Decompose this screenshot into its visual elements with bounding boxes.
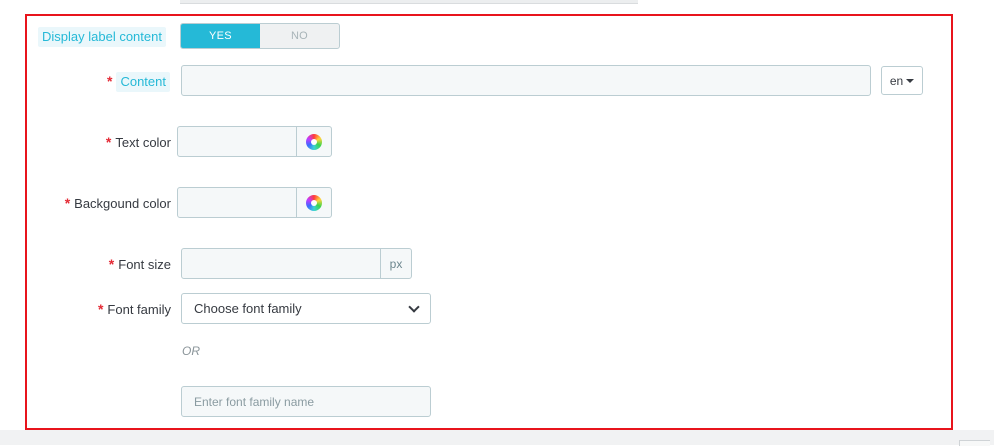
text-color-input[interactable] (177, 126, 297, 157)
font-size-input[interactable] (181, 248, 381, 279)
font-family-select[interactable]: Choose font family (181, 293, 431, 324)
chevron-down-icon (408, 300, 420, 313)
toggle-no-option[interactable]: NO (260, 24, 339, 48)
text-color-label: * Text color (106, 132, 171, 153)
content-input[interactable] (181, 65, 871, 96)
toggle-yes-option[interactable]: YES (181, 24, 260, 48)
required-marker: * (107, 73, 113, 89)
text-color-label-text: Text color (115, 135, 171, 150)
background-color-label: * Backgound color (65, 193, 171, 214)
display-label-toggle[interactable]: YES NO (180, 23, 340, 49)
top-divider (180, 0, 638, 4)
font-size-label: * Font size (109, 254, 171, 275)
custom-font-family-input[interactable] (181, 386, 431, 417)
font-size-unit: px (380, 248, 412, 279)
background-color-label-text: Backgound color (74, 196, 171, 211)
display-label-content-label-text: Display label content (38, 27, 166, 47)
font-family-label: * Font family (98, 299, 171, 320)
required-marker: * (64, 195, 71, 211)
caret-down-icon (906, 78, 915, 83)
or-separator: OR (182, 344, 200, 358)
required-marker: * (108, 256, 115, 272)
content-label: * Content (107, 71, 170, 92)
language-dropdown-button[interactable]: en (881, 66, 923, 95)
required-marker: * (97, 301, 104, 317)
background-color-picker-button[interactable] (296, 187, 332, 218)
font-size-unit-text: px (389, 256, 403, 271)
font-size-label-text: Font size (118, 257, 171, 272)
color-wheel-icon (306, 133, 322, 150)
language-code: en (889, 73, 904, 88)
content-label-text: Content (116, 72, 170, 92)
font-family-label-text: Font family (107, 302, 171, 317)
bottom-area (0, 430, 994, 445)
display-label-content-label: Display label content (38, 27, 166, 47)
font-family-selected-value: Choose font family (194, 301, 302, 316)
bottom-corner-element (959, 440, 990, 446)
color-wheel-icon (306, 194, 322, 211)
text-color-picker-button[interactable] (296, 126, 332, 157)
background-color-input[interactable] (177, 187, 297, 218)
required-marker: * (105, 134, 112, 150)
